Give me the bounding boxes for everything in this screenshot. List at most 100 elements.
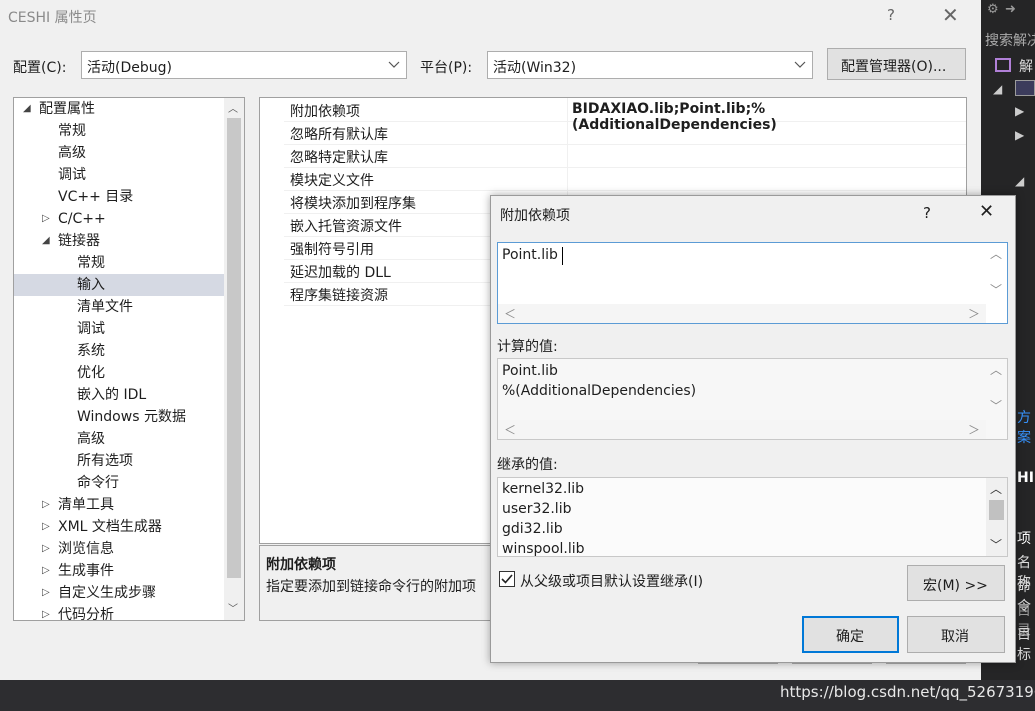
tree-item[interactable]: ▷ 代码分析 xyxy=(14,604,224,620)
column-divider xyxy=(567,167,568,190)
property-row[interactable]: 模块定义文件 xyxy=(284,167,966,191)
tree-item[interactable]: 优化 xyxy=(14,362,224,384)
dialog-close-button[interactable]: ✕ xyxy=(979,201,994,222)
scroll-left-icon[interactable]: ＜ xyxy=(504,421,516,438)
scroll-up-icon[interactable]: ︿ xyxy=(990,245,1002,262)
collapse-icon[interactable]: ▶ xyxy=(1015,104,1024,118)
pin-icon[interactable]: ➜ xyxy=(1005,2,1016,17)
scroll-right-icon[interactable]: ＞ xyxy=(968,305,980,322)
tree-item[interactable]: 系统 xyxy=(14,340,224,362)
edit-hscrollbar[interactable]: ＜ ＞ xyxy=(498,304,986,323)
tree-item[interactable]: ▷ XML 文档生成器 xyxy=(14,516,224,538)
config-manager-button[interactable]: 配置管理器(O)... xyxy=(827,48,966,80)
tree-item[interactable]: ▷ 清单工具 xyxy=(14,494,224,516)
help-button[interactable]: ? xyxy=(887,6,895,24)
dialog-help-button[interactable]: ? xyxy=(923,204,931,222)
tree-item-label: 系统 xyxy=(77,343,105,359)
scroll-left-icon[interactable]: ＜ xyxy=(504,305,516,322)
expand-icon-2[interactable]: ◢ xyxy=(1015,174,1024,188)
dependencies-edit-text[interactable]: Point.lib xyxy=(502,247,558,263)
tree-item-label: 链接器 xyxy=(58,233,100,249)
computed-line-1: %(AdditionalDependencies) xyxy=(502,383,697,399)
expanded-icon[interactable]: ◢ xyxy=(42,230,50,252)
tree-scrollbar[interactable]: ︿ ﹀ xyxy=(224,98,244,620)
solution-node[interactable]: 解 xyxy=(995,56,1035,78)
scroll-up-icon[interactable]: ︿ xyxy=(228,100,238,115)
inherited-values-box[interactable]: kernel32.lib user32.lib gdi32.lib winspo… xyxy=(497,477,1008,557)
settings-tree[interactable]: ◢ 配置属性 常规 高级 调试 VC++ 目录 ▷ C/C++ ◢ 链接器 常规 输入 清单文件 调试 系统… xyxy=(13,97,245,621)
dependencies-edit-box[interactable]: Point.lib ＜ ＞ ︿ ﹀ xyxy=(497,242,1008,324)
property-name: 程序集链接资源 xyxy=(290,288,388,304)
tree-item[interactable]: 调试 xyxy=(14,164,224,186)
scroll-up-icon[interactable]: ︿ xyxy=(990,361,1002,378)
tree-item[interactable]: 所有选项 xyxy=(14,450,224,472)
collapsed-icon[interactable]: ▷ xyxy=(42,560,50,582)
solution-search-input[interactable]: 搜索解决 xyxy=(985,30,1035,50)
scroll-thumb[interactable] xyxy=(227,118,241,578)
title-bar: CESHI 属性页 ? ✕ xyxy=(0,0,981,34)
solution-label: 解 xyxy=(1019,59,1033,75)
config-dropdown[interactable]: 活动(Debug) xyxy=(81,51,407,79)
tree-item[interactable]: ◢ 链接器 xyxy=(14,230,224,252)
scroll-down-icon[interactable]: ﹀ xyxy=(990,397,1002,414)
expand-icon[interactable]: ◢ xyxy=(993,82,1002,96)
macro-button[interactable]: 宏(M) >> xyxy=(907,565,1005,601)
additional-dependencies-dialog: 附加依赖项 ? ✕ Point.lib ＜ ＞ ︿ ﹀ 计算的值: Point.… xyxy=(490,195,1016,663)
column-divider xyxy=(567,121,568,144)
tree-item-label: 浏览信息 xyxy=(58,541,114,557)
cancel-button[interactable]: 取消 xyxy=(907,616,1005,653)
scroll-down-icon[interactable]: ﹀ xyxy=(990,536,1002,553)
collapsed-icon[interactable]: ▷ xyxy=(42,516,50,538)
collapsed-icon[interactable]: ▷ xyxy=(42,604,50,620)
property-row[interactable]: 附加依赖项 BIDAXIAO.lib;Point.lib;%(Additional… xyxy=(284,98,966,133)
computed-line-0: Point.lib xyxy=(502,363,558,379)
inherit-checkbox[interactable] xyxy=(499,571,515,587)
tree-item[interactable]: ▷ 生成事件 xyxy=(14,560,224,582)
scroll-right-icon[interactable]: ＞ xyxy=(968,421,980,438)
tree-item[interactable]: ◢ 配置属性 xyxy=(14,98,224,120)
scroll-down-icon[interactable]: ﹀ xyxy=(990,281,1002,298)
collapsed-icon[interactable]: ▷ xyxy=(42,208,50,230)
tree-item[interactable]: 清单文件 xyxy=(14,296,224,318)
inherited-label: 继承的值: xyxy=(497,457,558,473)
tree-item[interactable]: ▷ 自定义生成步骤 xyxy=(14,582,224,604)
tree-item[interactable]: 常规 xyxy=(14,252,224,274)
tree-item[interactable]: 高级 xyxy=(14,142,224,164)
collapsed-icon[interactable]: ▷ xyxy=(42,494,50,516)
tree-item[interactable]: 输入 xyxy=(14,274,224,296)
expanded-icon[interactable]: ◢ xyxy=(23,98,31,120)
tree-item[interactable]: 命令行 xyxy=(14,472,224,494)
platform-dropdown[interactable]: 活动(Win32) xyxy=(487,51,813,79)
chevron-down-icon xyxy=(794,61,806,68)
collapsed-icon[interactable]: ▷ xyxy=(42,582,50,604)
scroll-thumb[interactable] xyxy=(989,500,1004,520)
gear-icon[interactable]: ⚙ xyxy=(987,2,999,17)
tree-item[interactable]: ▷ C/C++ xyxy=(14,208,224,230)
inherited-line-1: user32.lib xyxy=(502,501,572,517)
scroll-up-icon[interactable]: ︿ xyxy=(990,480,1002,497)
computed-hscrollbar[interactable]: ＜ ＞ xyxy=(498,420,986,439)
computed-vscrollbar[interactable]: ︿ ﹀ xyxy=(986,359,1007,420)
edit-vscrollbar[interactable]: ︿ ﹀ xyxy=(986,243,1007,304)
close-button[interactable]: ✕ xyxy=(942,3,959,27)
computed-values-box[interactable]: Point.lib %(AdditionalDependencies) ＜ ＞ … xyxy=(497,358,1008,440)
dialog-title: 附加依赖项 xyxy=(500,208,570,224)
tree-item[interactable]: VC++ 目录 xyxy=(14,186,224,208)
inherit-checkbox-label[interactable]: 从父级或项目默认设置继承(I) xyxy=(520,571,703,591)
collapse-icon-2[interactable]: ▶ xyxy=(1015,128,1024,142)
tree-item[interactable]: 调试 xyxy=(14,318,224,340)
tree-item-label: 自定义生成步骤 xyxy=(58,585,156,601)
config-label: 配置(C): xyxy=(13,60,67,76)
ok-button[interactable]: 确定 xyxy=(802,616,899,653)
tree-item[interactable]: 嵌入的 IDL xyxy=(14,384,224,406)
tree-item[interactable]: 常规 xyxy=(14,120,224,142)
property-row[interactable]: 忽略所有默认库 xyxy=(284,121,966,145)
property-name: 忽略特定默认库 xyxy=(290,150,388,166)
property-row[interactable]: 忽略特定默认库 xyxy=(284,144,966,168)
tree-item[interactable]: ▷ 浏览信息 xyxy=(14,538,224,560)
tree-item[interactable]: 高级 xyxy=(14,428,224,450)
scroll-down-icon[interactable]: ﹀ xyxy=(228,600,238,615)
inherited-vscrollbar[interactable]: ︿ ﹀ xyxy=(986,478,1007,556)
tree-item[interactable]: Windows 元数据 xyxy=(14,406,224,428)
collapsed-icon[interactable]: ▷ xyxy=(42,538,50,560)
